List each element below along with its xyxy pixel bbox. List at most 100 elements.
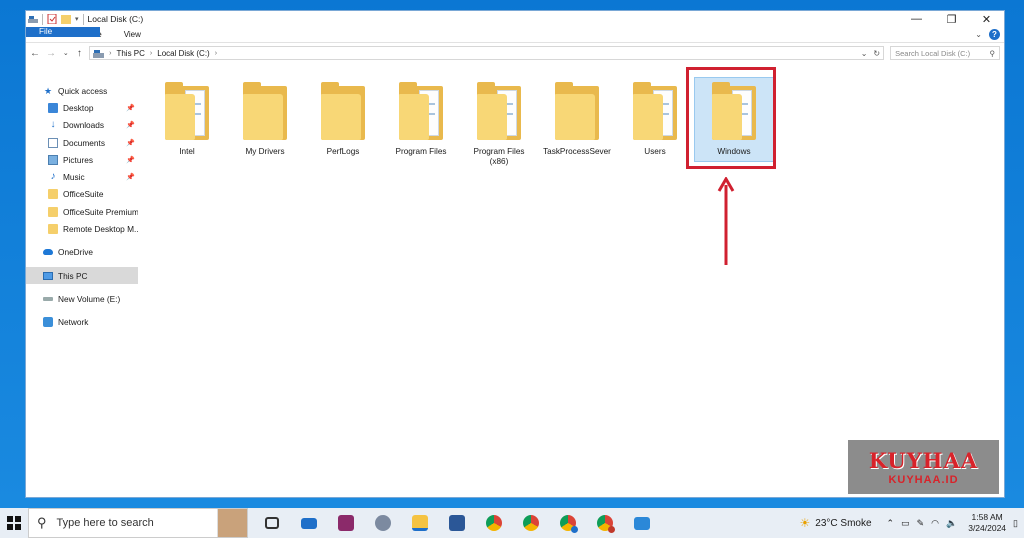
folder-item[interactable]: My Drivers	[228, 77, 302, 161]
chrome-profile-icon[interactable]	[593, 511, 617, 535]
folder-name: Program Files	[395, 147, 447, 156]
sidebar-item-music[interactable]: ♪ Music 📌	[26, 168, 138, 185]
folder-item[interactable]: Program Files (x86)	[462, 77, 536, 171]
notifications-icon[interactable]: ▯	[1013, 518, 1018, 529]
network-icon	[43, 317, 53, 328]
task-view-icon[interactable]	[260, 511, 284, 535]
ribbon-right: ⌄ ?	[975, 27, 1004, 42]
explorer-icon	[28, 16, 38, 23]
sidebar-item-downloads[interactable]: ↓ Downloads 📌	[26, 117, 138, 134]
search-box[interactable]: Search Local Disk (C:) ⚲	[890, 46, 1000, 60]
file-list: Intel My Drivers PerfLogs Program Files	[138, 65, 1004, 497]
customize-toolbar-icon[interactable]: ▾	[75, 15, 79, 23]
sidebar-item-onedrive[interactable]: OneDrive	[26, 244, 138, 261]
show-hidden-icons-icon[interactable]: ⌃	[887, 518, 895, 529]
weather-icon: ☀	[799, 516, 811, 530]
word-icon[interactable]	[445, 511, 469, 535]
navigation-pane: ★ Quick access Desktop 📌 ↓ Downloads 📌 D…	[26, 65, 138, 497]
search-highlight-image	[217, 509, 247, 537]
folder-with-documents-icon	[633, 82, 677, 140]
properties-icon[interactable]	[47, 14, 57, 24]
file-explorer-icon[interactable]	[408, 511, 432, 535]
help-icon[interactable]: ?	[989, 29, 1000, 40]
search-input[interactable]: Search Local Disk (C:)	[895, 49, 970, 58]
sidebar-item-this-pc[interactable]: This PC	[26, 266, 138, 285]
sidebar-item-desktop[interactable]: Desktop 📌	[26, 99, 138, 116]
breadcrumb-this-pc[interactable]: This PC	[116, 49, 144, 58]
new-folder-icon[interactable]	[61, 14, 71, 24]
address-dropdown-icon[interactable]: ⌄	[861, 49, 868, 58]
tab-view[interactable]: View	[113, 27, 152, 42]
folder-with-documents-icon	[399, 82, 443, 140]
folder-item[interactable]: PerfLogs	[306, 77, 380, 161]
wifi-icon[interactable]: ◠	[931, 518, 939, 529]
divider	[82, 13, 84, 25]
expand-ribbon-icon[interactable]: ⌄	[975, 30, 982, 39]
folder-with-documents-icon	[165, 82, 209, 140]
sidebar-item-new-volume[interactable]: New Volume (E:)	[26, 290, 138, 307]
winrar-icon[interactable]	[334, 511, 358, 535]
taskbar-search-box[interactable]: ⚲ Type here to search	[28, 508, 248, 538]
weather-widget[interactable]: ☀ 23°C Smoke	[800, 516, 872, 530]
folder-with-documents-icon	[477, 82, 521, 140]
sidebar-item-documents[interactable]: Documents 📌	[26, 134, 138, 151]
breadcrumb-separator-icon: ›	[149, 49, 153, 57]
sidebar-item-officesuite-premium[interactable]: OfficeSuite Premium	[26, 203, 138, 220]
sidebar-item-network[interactable]: Network	[26, 314, 138, 331]
folder-tile: Program Files	[384, 77, 458, 161]
minimize-button[interactable]: —	[899, 11, 934, 27]
folder-item[interactable]: Users	[618, 77, 692, 161]
start-button[interactable]	[0, 508, 28, 538]
breadcrumb-local-disk[interactable]: Local Disk (C:)	[157, 49, 209, 58]
folder-item[interactable]: Program Files	[384, 77, 458, 161]
volume-icon[interactable]: 🔈	[946, 518, 957, 529]
back-icon[interactable]: ←	[30, 48, 40, 59]
desktop-icon	[48, 102, 58, 113]
pin-icon: 📌	[126, 104, 135, 112]
watermark-title: KUYHAA	[868, 448, 979, 473]
up-icon[interactable]: ↑	[76, 48, 84, 59]
mail-icon[interactable]	[297, 511, 321, 535]
sidebar-item-officesuite[interactable]: OfficeSuite	[26, 186, 138, 203]
refresh-icon[interactable]: ↻	[873, 49, 880, 58]
ribbon-tabs: File Home Share View ⌄ ?	[26, 27, 1004, 43]
folder-item[interactable]: Intel	[150, 77, 224, 161]
taskbar-search-input[interactable]: Type here to search	[57, 517, 154, 529]
pinned-apps	[260, 511, 654, 535]
sidebar-item-pictures[interactable]: Pictures 📌	[26, 151, 138, 168]
sidebar-item-label: Music	[63, 172, 85, 183]
search-icon: ⚲	[37, 515, 47, 530]
folder-tile: My Drivers	[228, 77, 302, 161]
folder-icon	[48, 189, 58, 200]
pen-icon[interactable]: ✎	[917, 518, 925, 529]
remote-desktop-icon[interactable]	[630, 511, 654, 535]
network-monitor-icon[interactable]	[371, 511, 395, 535]
close-button[interactable]: ✕	[969, 11, 1004, 27]
navigation-bar: ← → ⌄ ↑ › This PC › Local Disk (C:) › ⌄ …	[26, 43, 1004, 63]
sidebar-item-remote-desktop[interactable]: Remote Desktop M...	[26, 220, 138, 237]
forward-icon[interactable]: →	[46, 48, 56, 59]
tab-file[interactable]: File	[26, 27, 100, 37]
chrome-profile-icon[interactable]	[556, 511, 580, 535]
highlight-box	[686, 67, 776, 169]
chrome-icon[interactable]	[482, 511, 506, 535]
chrome-icon[interactable]	[519, 511, 543, 535]
address-bar[interactable]: › This PC › Local Disk (C:) › ⌄ ↻	[89, 46, 885, 60]
folder-tile: Program Files (x86)	[462, 77, 536, 171]
clock-time: 1:58 AM	[971, 512, 1003, 522]
clock[interactable]: 1:58 AM 3/24/2024	[968, 512, 1006, 534]
maximize-button[interactable]: ❐	[934, 11, 969, 27]
sidebar-item-label: Quick access	[58, 85, 108, 96]
clock-date: 3/24/2024	[968, 523, 1007, 533]
folder-tile: PerfLogs	[306, 77, 380, 161]
folder-name: Intel	[179, 147, 195, 156]
folder-icon	[48, 224, 58, 235]
recent-locations-icon[interactable]: ⌄	[62, 49, 70, 57]
battery-icon[interactable]: ▭	[901, 518, 910, 529]
quick-access-toolbar: ▾	[28, 13, 84, 25]
sidebar-item-quick-access[interactable]: ★ Quick access	[26, 82, 138, 99]
sidebar-item-label: Pictures	[63, 154, 93, 165]
system-tray: ☀ 23°C Smoke ⌃ ▭ ✎ ◠ 🔈 1:58 AM 3/24/2024…	[800, 512, 1024, 534]
folder-item[interactable]: TaskProcessSever	[540, 77, 614, 161]
pin-icon: 📌	[126, 139, 135, 147]
